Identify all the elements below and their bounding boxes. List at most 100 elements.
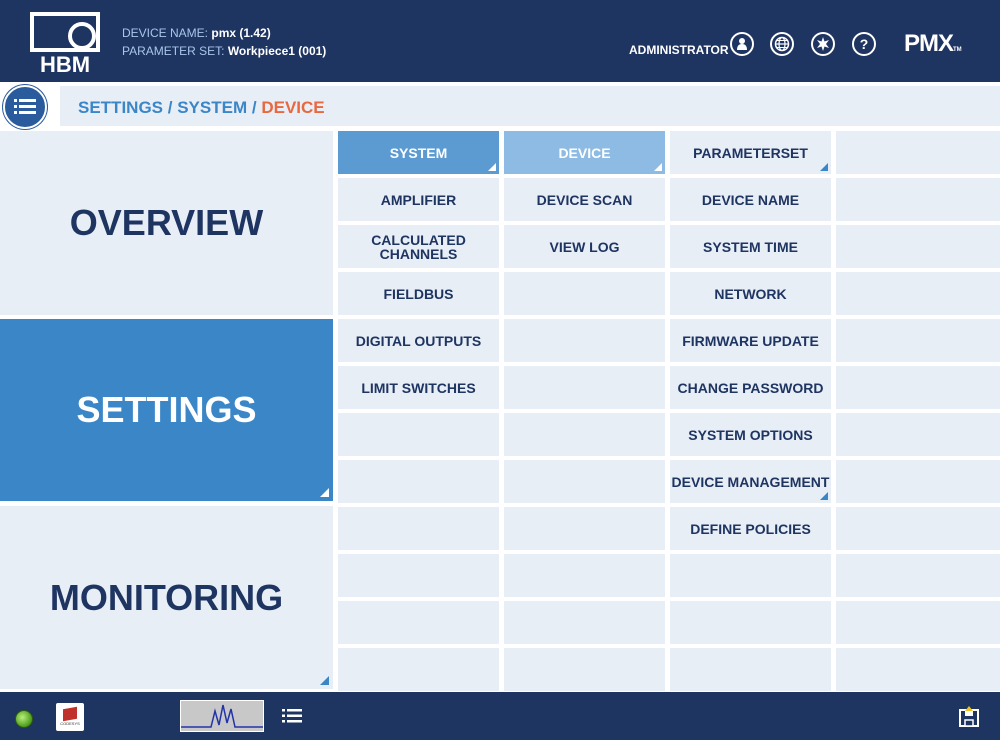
empty-cell [836, 601, 1000, 644]
menu-item-view-log-label: VIEW LOG [549, 238, 620, 255]
nav-monitoring[interactable]: MONITORING [0, 506, 333, 689]
menu-item-system-time[interactable]: SYSTEM TIME [670, 225, 831, 268]
pmx-logo: PMXTM [904, 30, 962, 58]
user-icon[interactable] [730, 32, 754, 56]
empty-cell [836, 319, 1000, 362]
menu-item-system-time-label: SYSTEM TIME [703, 238, 798, 255]
codesys-label: CODESYS [60, 721, 80, 726]
menu-item-limit-switches[interactable]: LIMIT SWITCHES [338, 366, 499, 409]
menu-item-view-log[interactable]: VIEW LOG [504, 225, 665, 268]
list-icon [14, 99, 36, 114]
breadcrumb-current: DEVICE [261, 98, 325, 117]
nav-settings-label: SETTINGS [76, 389, 257, 430]
nav-overview-label: OVERVIEW [69, 202, 264, 243]
signal-waveform-icon [181, 704, 263, 728]
breadcrumb-separator: / [167, 98, 173, 117]
globe-icon[interactable] [770, 32, 794, 56]
menu-item-system-label: SYSTEM [389, 144, 448, 161]
submenu-indicator-icon [320, 488, 329, 497]
menu-item-system-options-label: SYSTEM OPTIONS [688, 426, 813, 443]
breadcrumb-system[interactable]: SYSTEM [177, 98, 247, 117]
empty-cell [836, 131, 1000, 174]
menu-item-calculated-channels-label: CALCULATED CHANNELS [371, 231, 466, 262]
empty-cell [504, 648, 665, 691]
menu-item-digital-outputs-label: DIGITAL OUTPUTS [355, 332, 482, 349]
menu-item-device-management[interactable]: DEVICE MANAGEMENT [670, 460, 831, 503]
empty-cell [338, 460, 499, 503]
empty-cell [504, 507, 665, 550]
menu-item-parameterset[interactable]: PARAMETERSET [670, 131, 831, 174]
empty-cell [338, 601, 499, 644]
menu-item-device[interactable]: DEVICE [504, 131, 665, 174]
status-led-icon [15, 710, 33, 728]
empty-cell [670, 554, 831, 597]
menu-item-device-name-label: DEVICE NAME [701, 191, 800, 208]
empty-cell [836, 366, 1000, 409]
empty-cell [504, 601, 665, 644]
empty-cell [836, 413, 1000, 456]
signal-preview-button[interactable] [180, 700, 264, 732]
menu-item-network[interactable]: NETWORK [670, 272, 831, 315]
menu-item-amplifier-label: AMPLIFIER [380, 191, 457, 208]
submenu-indicator-icon [820, 492, 828, 500]
empty-cell [338, 648, 499, 691]
submenu-indicator-icon [320, 676, 329, 685]
menu-item-parameterset-label: PARAMETERSET [693, 144, 808, 161]
pmx-logo-text: PMX [904, 30, 954, 57]
save-icon [959, 706, 979, 727]
empty-cell [836, 507, 1000, 550]
empty-cell [504, 413, 665, 456]
menu-item-digital-outputs[interactable]: DIGITAL OUTPUTS [338, 319, 499, 362]
empty-cell [836, 225, 1000, 268]
menu-item-define-policies[interactable]: DEFINE POLICIES [670, 507, 831, 550]
nav-settings[interactable]: SETTINGS [0, 319, 333, 501]
empty-cell [836, 272, 1000, 315]
menu-item-device-scan-label: DEVICE SCAN [536, 191, 633, 208]
empty-cell [836, 460, 1000, 503]
nav-overview[interactable]: OVERVIEW [0, 131, 333, 315]
footer-bar [0, 692, 1000, 740]
menu-item-firmware-update-label: FIRMWARE UPDATE [682, 332, 819, 349]
menu-item-device-scan[interactable]: DEVICE SCAN [504, 178, 665, 221]
hbm-logo: HBM [30, 12, 100, 74]
empty-cell [504, 554, 665, 597]
pmx-logo-tm: TM [953, 47, 962, 53]
empty-cell [670, 648, 831, 691]
device-name-label: DEVICE NAME: [122, 26, 209, 40]
empty-cell [504, 272, 665, 315]
submenu-indicator-icon [488, 163, 496, 171]
user-role: ADMINISTRATOR [629, 43, 729, 57]
empty-cell [836, 648, 1000, 691]
parameter-set-label: PARAMETER SET: [122, 44, 225, 58]
save-button[interactable] [958, 706, 980, 733]
main-menu-button[interactable] [3, 85, 47, 129]
menu-item-firmware-update[interactable]: FIRMWARE UPDATE [670, 319, 831, 362]
empty-cell [836, 178, 1000, 221]
help-icon[interactable]: ? [852, 32, 876, 56]
list-icon [282, 709, 302, 723]
menu-item-amplifier[interactable]: AMPLIFIER [338, 178, 499, 221]
empty-cell [836, 554, 1000, 597]
light-icon[interactable] [811, 32, 835, 56]
menu-item-device-name[interactable]: DEVICE NAME [670, 178, 831, 221]
menu-item-system-options[interactable]: SYSTEM OPTIONS [670, 413, 831, 456]
list-view-button[interactable] [282, 708, 302, 729]
submenu-indicator-icon [654, 163, 662, 171]
menu-item-change-password-label: CHANGE PASSWORD [677, 379, 824, 396]
breadcrumb-separator: / [251, 98, 257, 117]
menu-item-fieldbus[interactable]: FIELDBUS [338, 272, 499, 315]
parameter-set-value: Workpiece1 (001) [227, 44, 327, 58]
empty-cell [504, 460, 665, 503]
empty-cell [670, 601, 831, 644]
menu-item-calculated-channels[interactable]: CALCULATED CHANNELS [338, 225, 499, 268]
menu-item-fieldbus-label: FIELDBUS [383, 285, 454, 302]
breadcrumb-settings[interactable]: SETTINGS [78, 98, 163, 117]
menu-item-network-label: NETWORK [714, 285, 787, 302]
empty-cell [504, 366, 665, 409]
menu-item-system[interactable]: SYSTEM [338, 131, 499, 174]
menu-item-define-policies-label: DEFINE POLICIES [690, 520, 811, 537]
menu-item-limit-switches-label: LIMIT SWITCHES [361, 379, 476, 396]
codesys-button[interactable]: CODESYS [56, 703, 84, 731]
hbm-logo-text: HBM [40, 52, 90, 74]
menu-item-change-password[interactable]: CHANGE PASSWORD [670, 366, 831, 409]
